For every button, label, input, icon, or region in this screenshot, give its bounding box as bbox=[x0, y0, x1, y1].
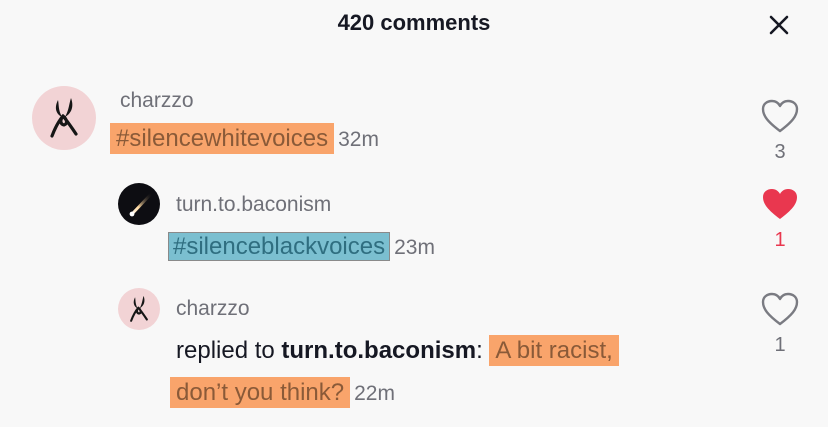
bunny-ribbon-icon bbox=[130, 295, 148, 322]
comment-time: 22m bbox=[354, 382, 395, 405]
like-count: 3 bbox=[774, 141, 786, 163]
heart-icon bbox=[761, 292, 799, 326]
avatar[interactable] bbox=[32, 86, 96, 150]
like-button[interactable]: 3 bbox=[760, 98, 800, 164]
heart-icon bbox=[761, 99, 799, 133]
comment-text: replied to turn.to.baconism: A bit racis… bbox=[176, 335, 619, 366]
comment-time: 32m bbox=[338, 128, 379, 151]
like-count: 1 bbox=[774, 229, 786, 251]
avatar[interactable] bbox=[118, 183, 160, 225]
reply-prefix: replied to bbox=[176, 337, 275, 364]
avatar[interactable] bbox=[118, 288, 160, 330]
like-button[interactable]: 1 bbox=[760, 186, 800, 252]
comment-time: 23m bbox=[394, 236, 435, 259]
like-button[interactable]: 1 bbox=[760, 291, 800, 357]
comment-text: #silencewhitevoices 32m bbox=[110, 123, 379, 154]
like-count: 1 bbox=[774, 334, 786, 356]
comment-username[interactable]: turn.to.baconism bbox=[176, 193, 331, 217]
comment-text-line2: don’t you think? bbox=[170, 377, 351, 408]
comment-text-line1: A bit racist, bbox=[489, 335, 619, 366]
comment-text-continued: don’t you think? 22m bbox=[170, 377, 395, 408]
reply-to-username[interactable]: turn.to.baconism bbox=[281, 337, 476, 364]
comments-count-title: 420 comments bbox=[337, 10, 491, 35]
comment-username[interactable]: charzzo bbox=[120, 89, 194, 113]
reply-separator: : bbox=[476, 337, 483, 364]
comment-text: #silenceblackvoices 23m bbox=[168, 232, 435, 261]
comment-username[interactable]: charzzo bbox=[176, 297, 250, 321]
bunny-ribbon-icon bbox=[50, 98, 78, 138]
hashtag[interactable]: #silencewhitevoices bbox=[110, 123, 335, 154]
comet-icon bbox=[129, 193, 152, 217]
close-button[interactable] bbox=[763, 9, 795, 41]
heart-icon bbox=[763, 189, 797, 219]
hashtag[interactable]: #silenceblackvoices bbox=[168, 232, 391, 261]
close-icon bbox=[769, 15, 789, 35]
